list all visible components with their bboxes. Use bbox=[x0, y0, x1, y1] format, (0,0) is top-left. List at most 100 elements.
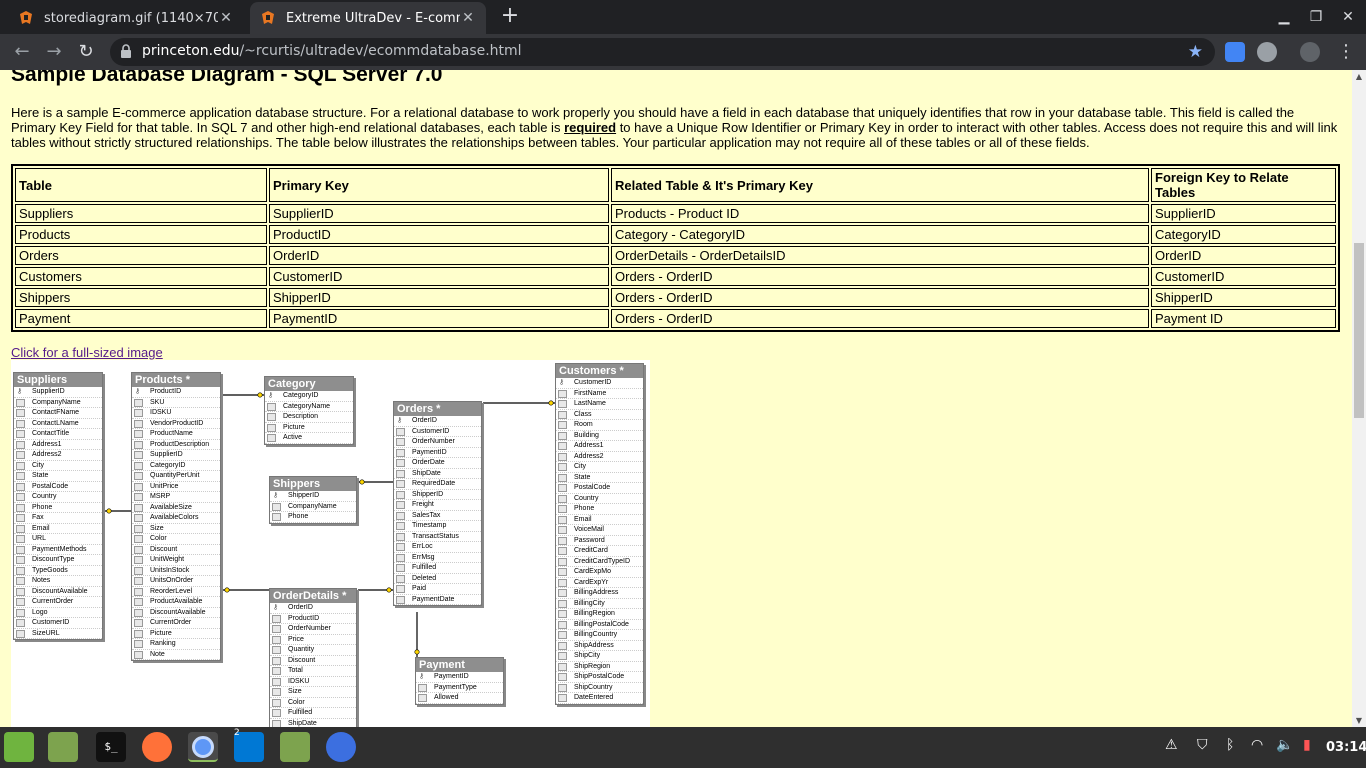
row-selector-icon bbox=[134, 556, 143, 564]
table-header-row: Table Primary Key Related Table & It's P… bbox=[15, 168, 1336, 202]
relation-key-marker bbox=[386, 587, 392, 593]
close-window-button[interactable]: ✕ bbox=[1332, 0, 1364, 34]
row-selector-icon bbox=[396, 511, 405, 520]
scrollbar-thumb[interactable] bbox=[1354, 243, 1364, 418]
close-tab-icon[interactable]: ✕ bbox=[460, 10, 476, 26]
diagram-field: City bbox=[14, 461, 102, 471]
row-selector-icon bbox=[134, 619, 143, 627]
diagram-field: ProductAvailable bbox=[132, 597, 220, 608]
mint-menu-icon[interactable] bbox=[4, 732, 34, 762]
table-cell: Payment bbox=[15, 309, 267, 328]
profile-avatar[interactable] bbox=[1300, 42, 1320, 62]
diagram-field: Email bbox=[556, 515, 643, 525]
diagram-field: Email bbox=[14, 524, 102, 534]
shield-icon[interactable]: ⛉ bbox=[1197, 737, 1208, 753]
customers-table-box: Customers * ⚷ CustomerID FirstName LastName C… bbox=[555, 363, 644, 705]
tab-ecommdatabase[interactable]: Extreme UltraDev - E-commer ✕ bbox=[250, 2, 486, 34]
diagram-field: RequiredDate bbox=[394, 479, 481, 490]
row-selector-icon bbox=[134, 629, 143, 638]
back-button[interactable]: ← bbox=[10, 40, 34, 64]
row-selector-icon bbox=[396, 543, 405, 551]
forward-button[interactable]: → bbox=[42, 40, 66, 64]
new-tab-button[interactable]: + bbox=[498, 5, 522, 29]
full-size-image-link[interactable]: Click for a full-sized image bbox=[11, 345, 163, 360]
table-cell: Orders bbox=[15, 246, 267, 265]
payment-table-box: Payment ⚷ PaymentID PaymentType Allowed bbox=[415, 657, 504, 705]
diagram-field: Class bbox=[556, 410, 643, 420]
diagram-field: ReorderLevel bbox=[132, 587, 220, 597]
diagram-table-title: Orders * bbox=[394, 402, 481, 416]
text-editor-icon[interactable] bbox=[326, 732, 356, 762]
wifi-icon[interactable]: ◠ bbox=[1251, 737, 1263, 753]
diagram-table-title: Shippers bbox=[270, 477, 356, 491]
diagram-field: ⚷ PaymentID bbox=[416, 672, 503, 683]
diagram-field: Notes bbox=[14, 576, 102, 587]
diagram-field: ContactFName bbox=[14, 408, 102, 419]
battery-icon[interactable]: ▮ bbox=[1303, 737, 1311, 753]
header-cell: Related Table & It's Primary Key bbox=[611, 168, 1149, 202]
scroll-down-arrow-icon[interactable]: ▼ bbox=[1352, 716, 1366, 725]
diagram-field: Quantity bbox=[270, 645, 356, 656]
address-bar[interactable]: princeton.edu/~rcurtis/ultradev/ecommdat… bbox=[110, 38, 1215, 66]
tab-storediagram[interactable]: storediagram.gif (1140×703) ✕ bbox=[8, 2, 244, 34]
translate-extension-icon[interactable] bbox=[1225, 42, 1245, 62]
diagram-field: Phone bbox=[14, 503, 102, 513]
row-selector-icon bbox=[558, 536, 567, 545]
diagram-field: QuantityPerUnit bbox=[132, 471, 220, 482]
row-selector-icon bbox=[558, 620, 567, 629]
row-selector-icon bbox=[558, 421, 567, 429]
diagram-field: CompanyName bbox=[14, 398, 102, 408]
header-cell: Primary Key bbox=[269, 168, 609, 202]
diagram-field: UnitsOnOrder bbox=[132, 576, 220, 587]
diagram-field: ShipCountry bbox=[556, 683, 643, 693]
diagram-field: ProductID bbox=[270, 614, 356, 624]
row-selector-icon bbox=[134, 461, 143, 470]
warning-icon[interactable]: ⚠ bbox=[1165, 737, 1178, 753]
diagram-field: CreditCardTypeID bbox=[556, 557, 643, 567]
bookmark-star-icon[interactable]: ★ bbox=[1188, 42, 1203, 62]
diagram-field: Picture bbox=[265, 423, 353, 433]
table-cell: Shippers bbox=[15, 288, 267, 307]
table-cell: Orders - OrderID bbox=[611, 288, 1149, 307]
close-tab-icon[interactable]: ✕ bbox=[218, 10, 234, 26]
page-scrollbar[interactable]: ▲ ▼ bbox=[1352, 70, 1366, 727]
row-selector-icon bbox=[134, 587, 143, 596]
row-selector-icon bbox=[134, 398, 143, 407]
row-selector-icon bbox=[16, 514, 25, 522]
scroll-up-arrow-icon[interactable]: ▲ bbox=[1352, 72, 1366, 81]
diagram-field: Description bbox=[265, 412, 353, 423]
diagram-field: Fulfilled bbox=[270, 708, 356, 719]
row-selector-icon bbox=[134, 640, 143, 648]
relation-key-marker bbox=[414, 649, 420, 655]
row-selector-icon bbox=[272, 614, 281, 623]
diagram-field: BillingPostalCode bbox=[556, 620, 643, 630]
clock[interactable]: 03:14 bbox=[1326, 740, 1366, 755]
vscode-icon[interactable]: 2 bbox=[234, 728, 264, 762]
diagram-field: Size bbox=[270, 687, 356, 698]
terminal-icon[interactable]: $_ bbox=[96, 732, 126, 762]
minimize-button[interactable]: ▁ bbox=[1268, 0, 1300, 34]
row-selector-icon bbox=[558, 641, 567, 650]
diagram-field: OrderNumber bbox=[394, 437, 481, 448]
row-selector-icon bbox=[134, 598, 143, 606]
menu-kebab-icon[interactable]: ⋮ bbox=[1334, 40, 1358, 64]
diagram-field: ⚷ ShipperID bbox=[270, 491, 356, 502]
chromium-icon[interactable] bbox=[188, 732, 218, 762]
url-text: princeton.edu/~rcurtis/ultradev/ecommdat… bbox=[142, 43, 522, 59]
primary-key-icon: ⚷ bbox=[268, 392, 274, 399]
diagram-field: CategoryName bbox=[265, 402, 353, 412]
firefox-icon[interactable] bbox=[142, 732, 172, 762]
maximize-button[interactable]: ❐ bbox=[1300, 0, 1332, 34]
diagram-field: Password bbox=[556, 536, 643, 546]
diagram-field: CustomerID bbox=[14, 618, 102, 629]
volume-icon[interactable]: 🔈 bbox=[1276, 737, 1293, 753]
database-diagram-image[interactable]: Suppliers ⚷ SupplierID CompanyName ContactFN… bbox=[11, 360, 650, 727]
files-icon[interactable] bbox=[48, 732, 78, 762]
reload-button[interactable]: ↻ bbox=[74, 40, 98, 64]
folder-icon[interactable] bbox=[280, 732, 310, 762]
extension-icon[interactable] bbox=[1257, 42, 1277, 62]
diagram-field: ErrLoc bbox=[394, 542, 481, 553]
row-selector-icon bbox=[558, 526, 567, 534]
table-cell: OrderID bbox=[269, 246, 609, 265]
bluetooth-icon[interactable]: ᛒ bbox=[1226, 737, 1234, 753]
